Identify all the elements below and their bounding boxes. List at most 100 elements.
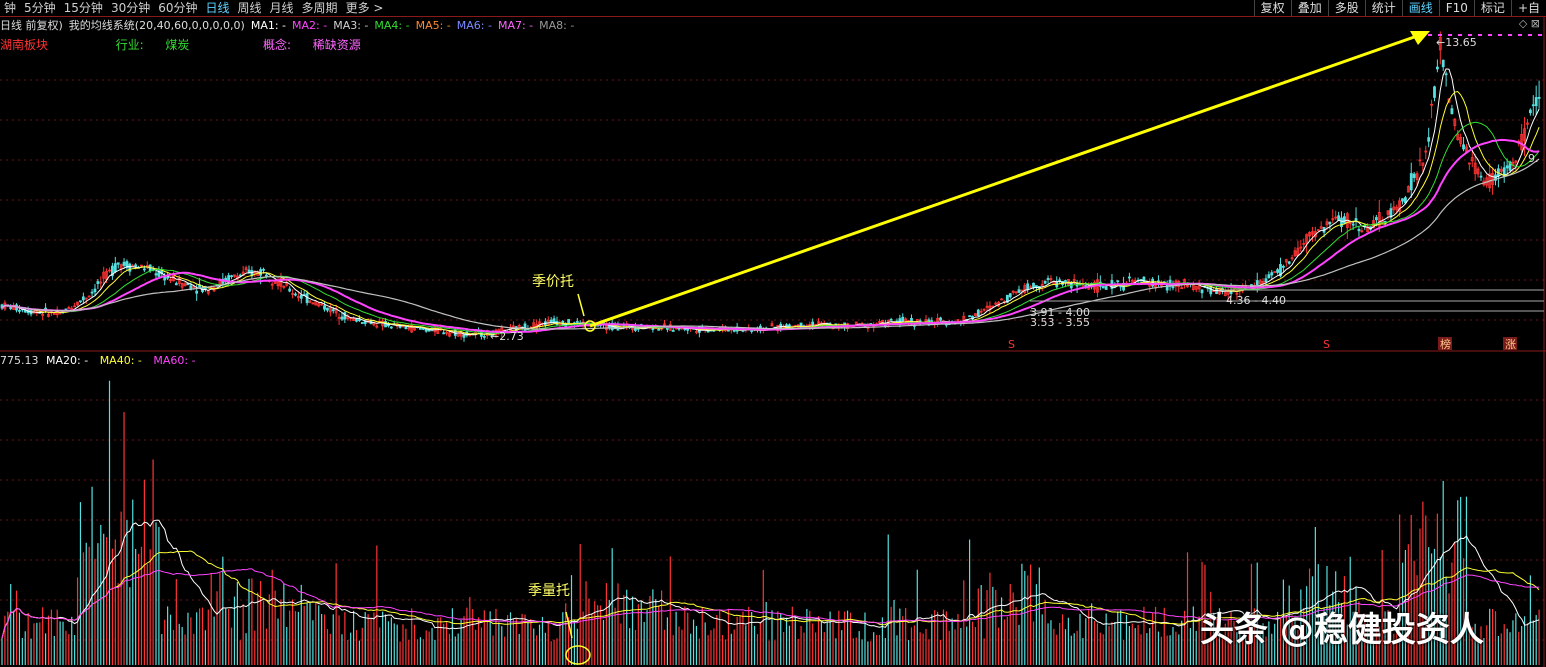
candle-body	[215, 284, 219, 287]
candle-body	[276, 280, 280, 287]
trend-arrow	[589, 33, 1421, 328]
candle-body	[1084, 285, 1088, 288]
candle-body	[299, 294, 303, 299]
candle-body	[1357, 229, 1361, 232]
candle-body	[924, 319, 928, 322]
candle-body	[296, 295, 300, 299]
tab-period-5[interactable]: 日线	[202, 0, 234, 16]
tool-6[interactable]: 标记	[1473, 0, 1511, 16]
candle-body	[52, 313, 56, 315]
candle-body	[814, 323, 817, 326]
candle-body	[1456, 133, 1460, 140]
tool-3[interactable]: 统计	[1364, 0, 1402, 16]
candle-body	[148, 264, 152, 272]
candle-body	[500, 327, 504, 333]
candle-body	[6, 304, 10, 307]
candle-body	[433, 326, 437, 333]
candle-body	[288, 288, 292, 292]
candle-body	[1043, 280, 1047, 284]
candle-body	[567, 319, 571, 325]
candle-body	[573, 322, 576, 325]
tab-period-2[interactable]: 15分钟	[60, 0, 107, 16]
tab-period-4[interactable]: 60分钟	[154, 0, 201, 16]
tab-period-9[interactable]: 更多 >	[342, 0, 388, 16]
candle-body	[721, 326, 725, 331]
volume-value: 775.13	[0, 354, 39, 367]
candle-body	[883, 324, 887, 327]
candle-body	[1244, 284, 1248, 287]
candle-body	[1293, 250, 1297, 257]
candle-body	[323, 305, 326, 310]
candle-body	[267, 280, 271, 282]
candle-body	[1058, 279, 1062, 282]
candle-body	[843, 322, 847, 328]
candle-body	[1110, 280, 1114, 289]
tab-period-1[interactable]: 5分钟	[20, 0, 60, 16]
candle-body	[866, 325, 870, 329]
region-label[interactable]: 湖南板块	[0, 38, 48, 52]
candle-body	[921, 321, 925, 324]
kline-chart[interactable]: ←13.65 ←2.73 3.91 - 4.003.53 - 3.55 4.36 - …	[0, 0, 1546, 667]
candle-body	[1491, 172, 1495, 185]
concept-value[interactable]: 稀缺资源	[313, 38, 361, 52]
tab-period-7[interactable]: 月线	[266, 0, 298, 16]
ma-system[interactable]: 我的均线系统(20,40,60,0,0,0,0,0)	[69, 17, 245, 33]
candle-body	[886, 319, 890, 324]
watermark: 头条 @稳健投资人	[1200, 610, 1484, 650]
tab-period-3[interactable]: 30分钟	[107, 0, 154, 16]
candle-body	[375, 325, 379, 328]
volume-legend: 775.13 MA20: - MA40: - MA60: -	[0, 354, 196, 367]
tool-7[interactable]: +自	[1510, 0, 1546, 16]
candle-body	[1427, 137, 1431, 142]
candle-body	[738, 329, 742, 331]
candle-body	[642, 326, 646, 329]
chart-small-icons[interactable]: ◇ ⊠	[1519, 17, 1540, 30]
candle-body	[1412, 173, 1416, 178]
candle-body	[1052, 280, 1056, 285]
candle-body	[177, 278, 181, 284]
candle-body	[663, 323, 666, 326]
candle-body	[233, 274, 236, 277]
candle-body	[270, 283, 274, 286]
tool-5[interactable]: F10	[1438, 0, 1474, 16]
candle-body	[1258, 280, 1262, 285]
annotations-layer: ←13.65 ←2.73 3.91 - 4.003.53 - 3.55 4.36 - …	[490, 31, 1544, 665]
candle-body	[81, 296, 85, 301]
candle-body	[392, 323, 396, 326]
candle-body	[1247, 286, 1250, 289]
candle-body	[802, 326, 806, 329]
candle-body	[1267, 274, 1271, 279]
candle-body	[180, 283, 184, 288]
candle-body	[689, 327, 693, 329]
industry-value[interactable]: 煤炭	[165, 38, 189, 52]
candle-body	[822, 322, 826, 325]
candle-body	[709, 329, 713, 332]
candle-body	[1488, 173, 1492, 189]
candle-body	[1005, 294, 1009, 303]
candle-body	[1325, 221, 1329, 226]
candle-body	[988, 305, 992, 311]
tab-period-6[interactable]: 周线	[234, 0, 266, 16]
candle-body	[1467, 162, 1471, 165]
candle-body	[944, 323, 948, 326]
tool-2[interactable]: 多股	[1327, 0, 1365, 16]
candle-body	[308, 300, 312, 303]
tool-0[interactable]: 复权	[1253, 0, 1291, 16]
candle-body	[1235, 292, 1239, 295]
tab-period-8[interactable]: 多周期	[298, 0, 342, 16]
candle-body	[262, 268, 265, 271]
candle-body	[1494, 174, 1497, 181]
candle-body	[558, 323, 562, 326]
tool-1[interactable]: 叠加	[1290, 0, 1328, 16]
candle-body	[477, 330, 480, 333]
candle-body	[1177, 281, 1181, 287]
candle-body	[119, 264, 123, 269]
annotation-volume-support: 季量托	[528, 583, 570, 599]
candle-body	[677, 327, 681, 330]
tool-4[interactable]: 画线	[1401, 0, 1439, 16]
tab-period-0[interactable]: 钟	[0, 0, 20, 16]
candle-body	[1322, 226, 1326, 233]
candle-body	[695, 331, 698, 333]
candle-body	[1479, 175, 1483, 178]
candle-body	[311, 302, 315, 305]
